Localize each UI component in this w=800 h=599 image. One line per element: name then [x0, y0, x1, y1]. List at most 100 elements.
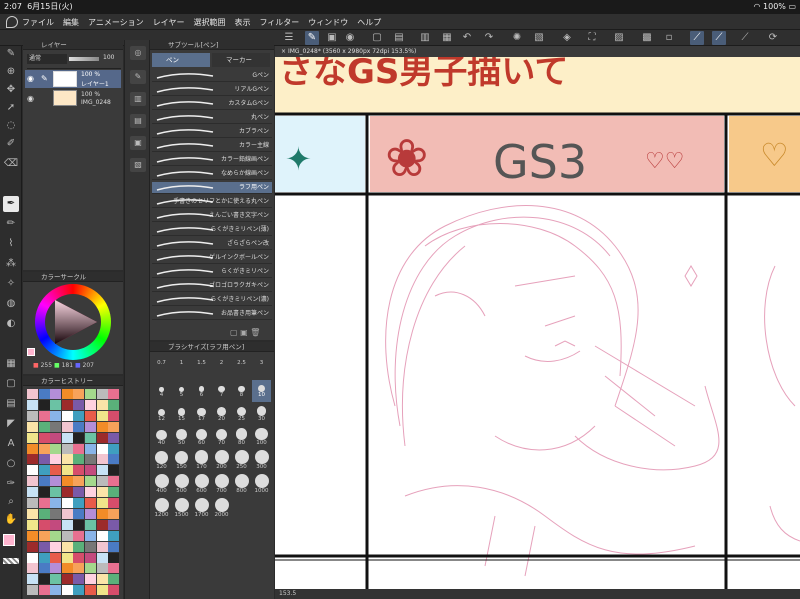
brush-size-option[interactable]: 1500: [172, 498, 191, 522]
color-history-swatch[interactable]: [38, 563, 50, 574]
menu-filter[interactable]: フィルター: [259, 17, 299, 28]
color-history-swatch[interactable]: [61, 574, 73, 585]
grid-snap-icon[interactable]: ⟋: [738, 31, 752, 45]
color-history-swatch[interactable]: [50, 421, 62, 432]
brush-size-option[interactable]: 5: [172, 380, 191, 402]
color-history-swatch[interactable]: [61, 432, 73, 443]
brush-size-option[interactable]: 60: [192, 428, 211, 450]
color-history-swatch[interactable]: [38, 541, 50, 552]
special-ruler-snap-icon[interactable]: ⟋: [712, 31, 726, 45]
subtool-item[interactable]: なめらか線画ペン: [152, 168, 272, 180]
color-history-swatch[interactable]: [27, 487, 38, 498]
color-history-swatch[interactable]: [27, 508, 38, 519]
color-history-swatch[interactable]: [73, 454, 85, 465]
color-history-swatch[interactable]: [96, 443, 108, 454]
brush-size-option[interactable]: 2.5: [232, 356, 251, 378]
current-color-swatch[interactable]: [27, 348, 35, 356]
brush-size-option[interactable]: 100: [252, 427, 271, 450]
brush-size-option[interactable]: 3: [252, 356, 271, 378]
color-history-swatch[interactable]: [108, 563, 120, 574]
color-history-swatch[interactable]: [85, 508, 96, 519]
brush-size-option[interactable]: 12: [152, 404, 171, 426]
color-history-swatch[interactable]: [38, 574, 50, 585]
color-history-swatch[interactable]: [27, 585, 38, 596]
navigator-icon[interactable]: ◎: [130, 46, 146, 60]
lasso-tool-icon[interactable]: ◌: [3, 118, 19, 134]
menu-animation[interactable]: アニメーション: [88, 17, 144, 28]
brush-size-option[interactable]: 40: [152, 428, 171, 450]
tool-property-icon[interactable]: ✎: [130, 70, 146, 84]
brush-size-option[interactable]: 500: [172, 474, 191, 498]
color-history-swatch[interactable]: [73, 389, 85, 399]
color-history-swatch[interactable]: [96, 389, 108, 399]
subtool-item[interactable]: えんごい書き文字ペン: [152, 210, 272, 222]
color-history-swatch[interactable]: [85, 563, 96, 574]
color-history-swatch[interactable]: [61, 443, 73, 454]
color-history-swatch[interactable]: [96, 530, 108, 541]
color-history-swatch[interactable]: [38, 432, 50, 443]
move-tool-icon[interactable]: ✥: [3, 82, 19, 98]
color-history-swatch[interactable]: [96, 552, 108, 563]
color-history-swatch[interactable]: [38, 443, 50, 454]
menu-file[interactable]: ファイル: [22, 17, 54, 28]
color-history-swatch[interactable]: [50, 541, 62, 552]
color-history-swatch[interactable]: [96, 585, 108, 596]
color-history-swatch[interactable]: [27, 410, 38, 421]
color-history-swatch[interactable]: [85, 443, 96, 454]
color-history-swatch[interactable]: [73, 432, 85, 443]
color-history-swatch[interactable]: [50, 410, 62, 421]
color-history-swatch[interactable]: [38, 421, 50, 432]
color-history-swatch[interactable]: [108, 410, 120, 421]
color-history-swatch[interactable]: [108, 487, 120, 498]
color-history-swatch[interactable]: [38, 465, 50, 476]
color-history-swatch[interactable]: [61, 410, 73, 421]
color-history-swatch[interactable]: [108, 389, 120, 399]
color-history-swatch[interactable]: [50, 465, 62, 476]
color-history-swatch[interactable]: [85, 585, 96, 596]
brush-size-option[interactable]: 1200: [152, 498, 171, 522]
color-history-swatch[interactable]: [50, 574, 62, 585]
brush-size-option[interactable]: 120: [152, 451, 171, 474]
color-history-swatch[interactable]: [38, 389, 50, 399]
brush-size-option[interactable]: 2000: [212, 498, 231, 522]
color-history-swatch[interactable]: [38, 530, 50, 541]
brush-size-option[interactable]: 4: [152, 380, 171, 402]
transparent-color-swatch[interactable]: [3, 558, 19, 564]
color-history-swatch[interactable]: [38, 552, 50, 563]
app-logo-icon[interactable]: [6, 16, 18, 28]
color-history-swatch[interactable]: [61, 563, 73, 574]
color-history-swatch[interactable]: [85, 552, 96, 563]
selection-clear-icon[interactable]: ▫: [662, 31, 676, 45]
color-history-swatch[interactable]: [96, 574, 108, 585]
brush-size-option[interactable]: 400: [152, 474, 171, 498]
hand-tool-icon[interactable]: ✋: [3, 512, 19, 528]
subtool-item[interactable]: らくがきミリペン(薄): [152, 224, 272, 236]
color-history-swatch[interactable]: [38, 585, 50, 596]
color-history-swatch[interactable]: [85, 421, 96, 432]
color-history-swatch[interactable]: [96, 508, 108, 519]
color-history-swatch[interactable]: [61, 476, 73, 487]
color-history-swatch[interactable]: [61, 465, 73, 476]
color-history-swatch[interactable]: [38, 399, 50, 410]
color-history-swatch[interactable]: [85, 410, 96, 421]
brush-size-option[interactable]: 0.7: [152, 356, 171, 378]
color-history-swatch[interactable]: [50, 389, 62, 399]
brush-size-option[interactable]: 250: [232, 450, 251, 474]
saturation-triangle[interactable]: [45, 294, 101, 350]
opacity-slider[interactable]: [69, 57, 99, 61]
close-icon[interactable]: ×: [281, 48, 286, 55]
selection-invert-icon[interactable]: ▩: [640, 31, 654, 45]
tab-pen[interactable]: ペン: [152, 53, 210, 67]
hamburger-menu-icon[interactable]: ☰: [282, 31, 296, 45]
brush-size-option[interactable]: 7: [212, 380, 231, 402]
subtool-item[interactable]: Gペン: [152, 70, 272, 82]
color-history-swatch[interactable]: [108, 530, 120, 541]
eye-icon[interactable]: ◉: [27, 94, 34, 103]
brush-size-option[interactable]: 6: [192, 380, 211, 402]
eyedropper-tool-icon[interactable]: ✐: [3, 136, 19, 152]
pen-selected-icon[interactable]: ✒: [3, 196, 19, 212]
color-history-swatch[interactable]: [73, 465, 85, 476]
color-history-swatch[interactable]: [85, 498, 96, 508]
brush-size-option[interactable]: 1000: [252, 474, 271, 498]
color-history-swatch[interactable]: [73, 421, 85, 432]
